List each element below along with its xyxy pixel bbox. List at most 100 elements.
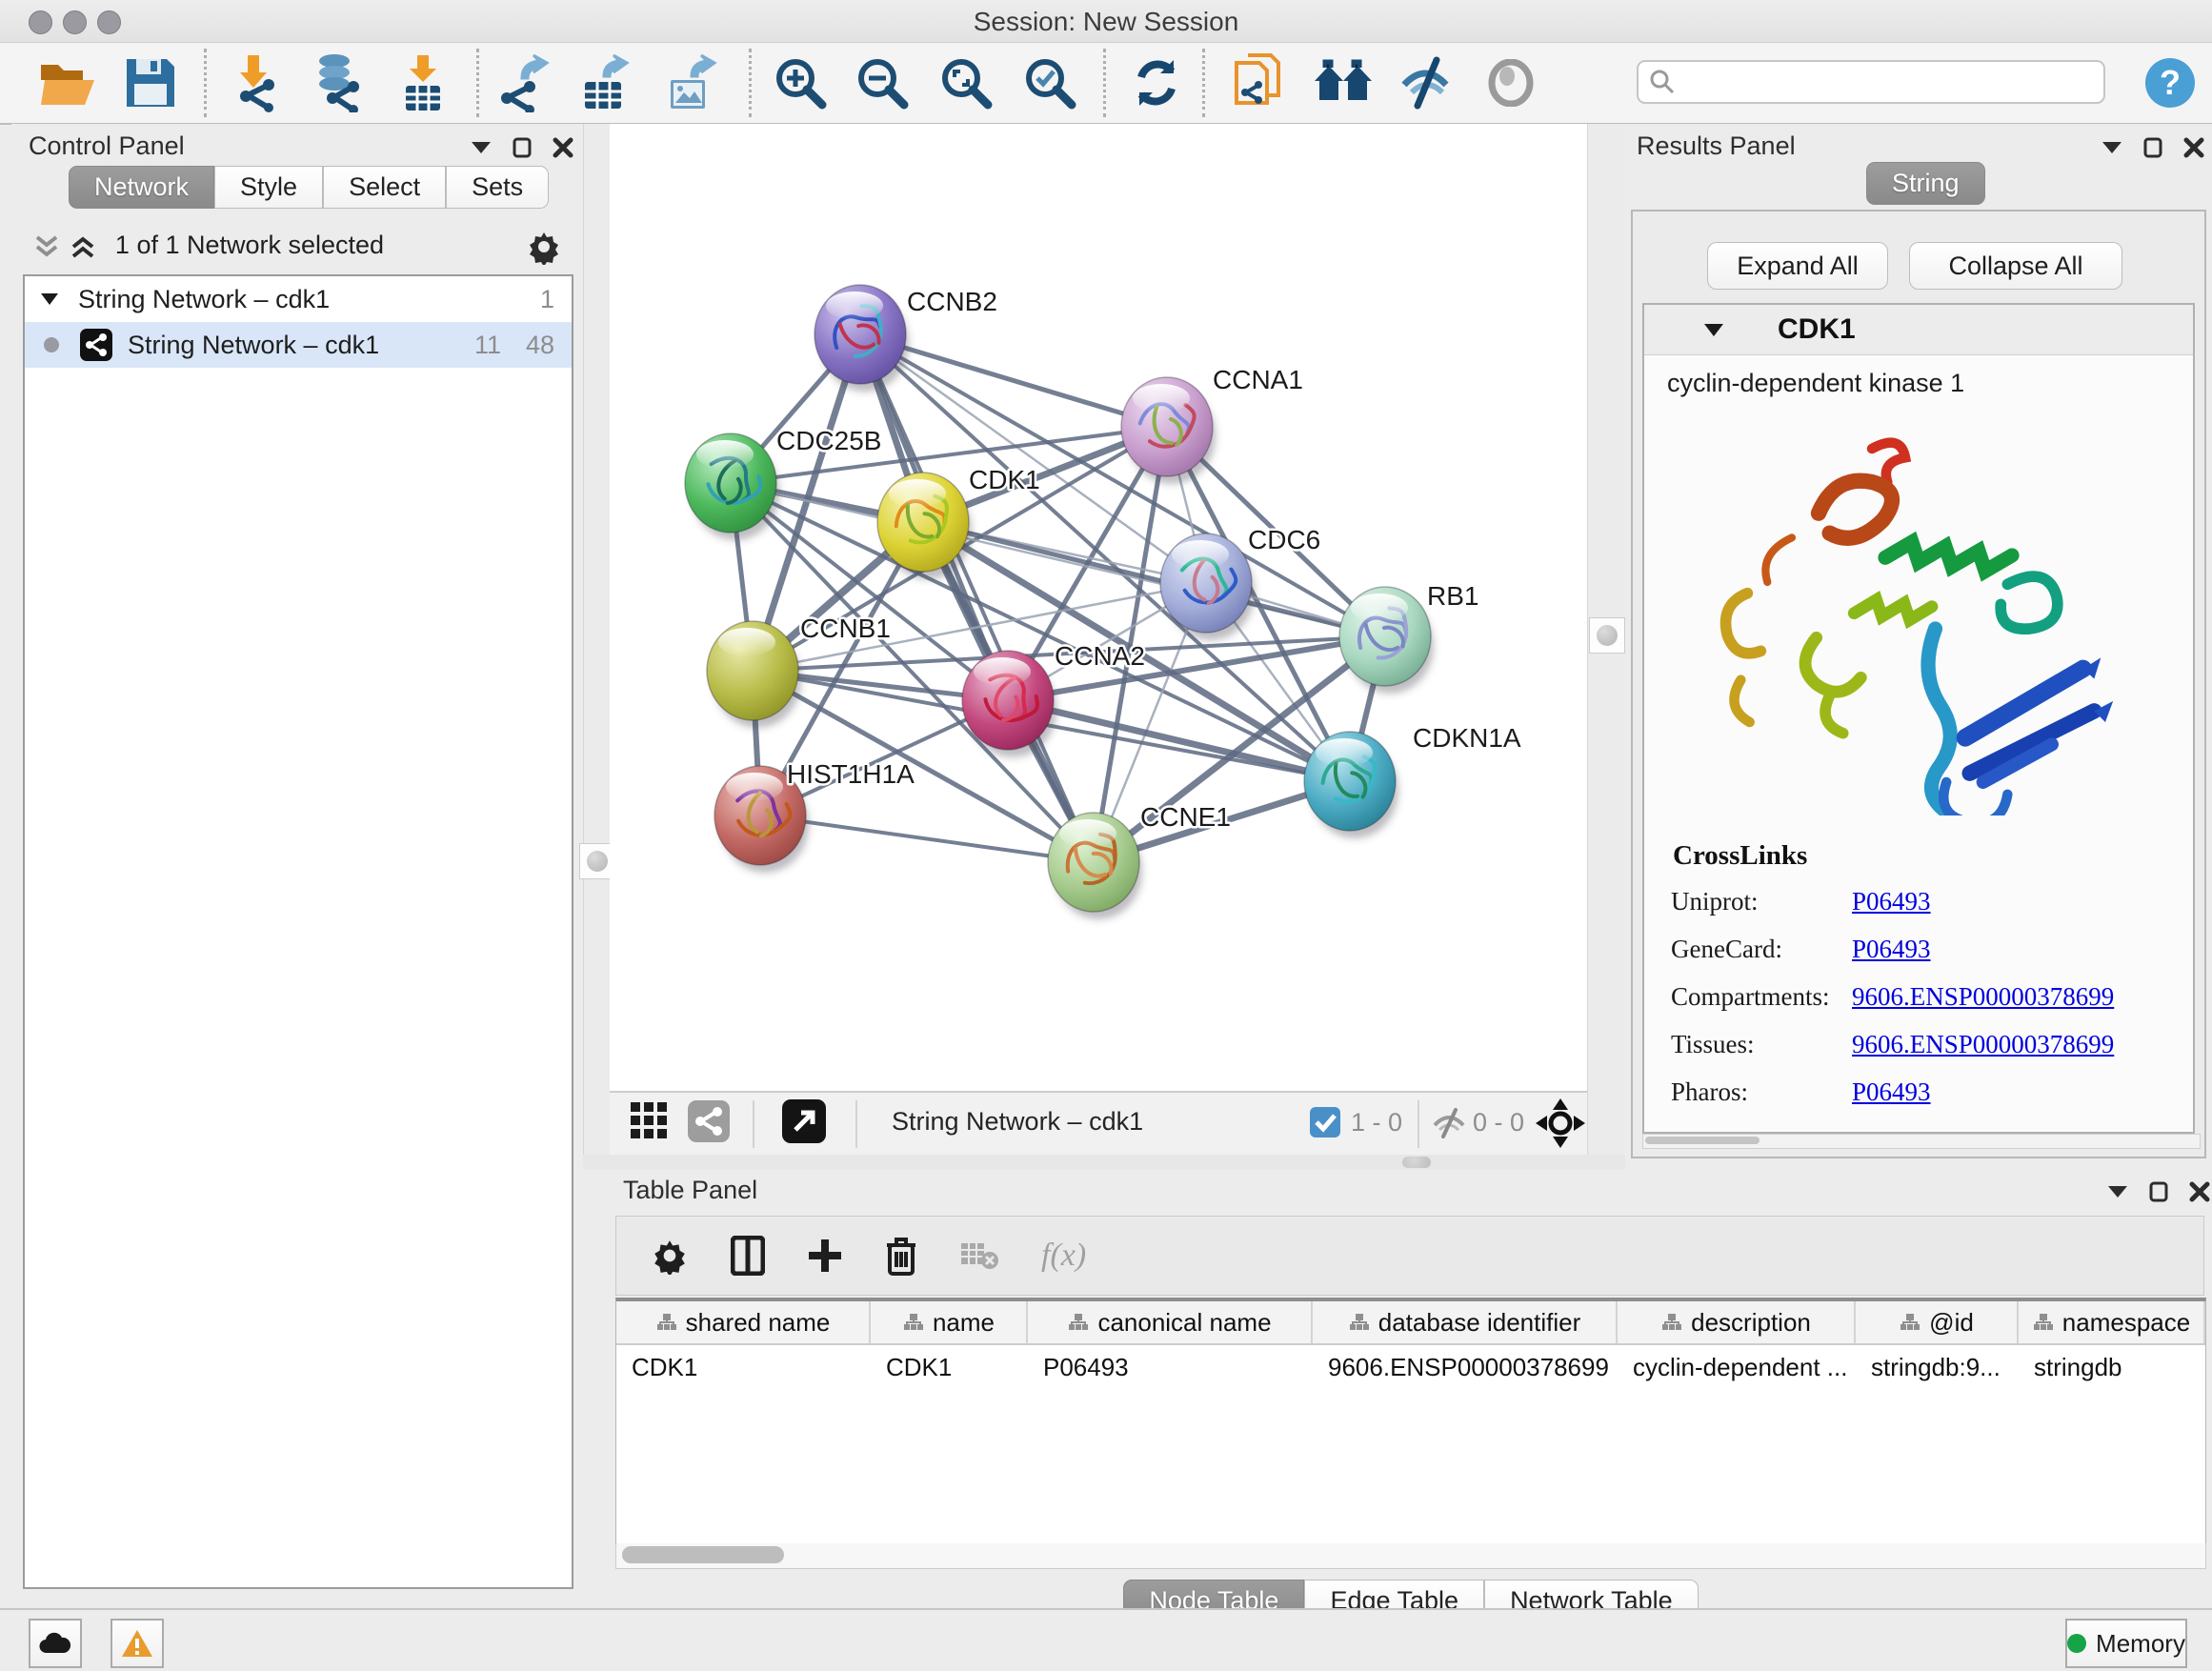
crosslink-link[interactable]: 9606.ENSP00000378699 (1852, 1030, 2114, 1059)
node-CCNB2[interactable] (814, 285, 909, 392)
cloud-button[interactable] (29, 1619, 82, 1668)
node-CDKN1A[interactable] (1304, 732, 1398, 838)
create-column-icon[interactable] (807, 1238, 843, 1274)
right-splitter[interactable] (1587, 124, 1627, 1155)
tab-network[interactable]: Network (69, 166, 214, 209)
node-CCNB1[interactable] (707, 621, 801, 728)
crosslink-link[interactable]: P06493 (1852, 935, 1931, 964)
node-CDC25B[interactable] (685, 433, 779, 540)
column-header-shared-name[interactable]: shared name (616, 1301, 871, 1343)
node-CCNE1[interactable] (1048, 813, 1142, 919)
home-networks-icon[interactable] (1313, 52, 1374, 113)
close-panel-icon[interactable] (2189, 1181, 2210, 1202)
tab-select[interactable]: Select (323, 166, 446, 209)
network-tree: String Network – cdk1 1 String Network –… (23, 274, 573, 1589)
delete-column-icon[interactable] (885, 1236, 917, 1276)
crosslink-link[interactable]: P06493 (1852, 1077, 1931, 1107)
column-header--id[interactable]: @id (1856, 1301, 2019, 1343)
table-options-gear-icon[interactable] (651, 1237, 689, 1275)
float-panel-icon[interactable] (513, 137, 532, 158)
right-splitter-handle[interactable] (1589, 617, 1625, 654)
table-cell[interactable]: 9606.ENSP00000378699 (1313, 1345, 1618, 1389)
refresh-icon[interactable] (1126, 52, 1187, 113)
collapse-panel-icon[interactable] (2107, 1185, 2128, 1198)
network-collection-row[interactable]: String Network – cdk1 1 (25, 276, 572, 322)
memory-button[interactable]: Memory (2065, 1619, 2187, 1668)
function-builder-icon[interactable]: f(x) (1041, 1238, 1086, 1274)
column-header-canonical-name[interactable]: canonical name (1028, 1301, 1313, 1343)
network-share-icon[interactable] (682, 1095, 735, 1148)
table-row[interactable]: CDK1CDK1P064939606.ENSP00000378699cyclin… (616, 1345, 2205, 1389)
import-network-from-database-icon[interactable] (307, 52, 368, 113)
warnings-button[interactable] (111, 1619, 164, 1668)
float-panel-icon[interactable] (2143, 137, 2162, 158)
table-cell[interactable]: stringdb:9... (1856, 1345, 2019, 1389)
collapse-all-button[interactable]: Collapse All (1909, 242, 2122, 290)
zoom-out-icon[interactable] (852, 52, 913, 113)
network-options-gear-icon[interactable] (526, 229, 562, 265)
open-session-icon[interactable] (38, 52, 99, 113)
tree-expand-icon[interactable] (40, 292, 59, 306)
horizontal-splitter-handle[interactable] (1402, 1157, 1431, 1168)
table-cell[interactable]: cyclin-dependent ... (1618, 1345, 1856, 1389)
column-header-name[interactable]: name (871, 1301, 1028, 1343)
network-row[interactable]: String Network – cdk1 11 48 (25, 322, 572, 368)
collapse-panel-icon[interactable] (471, 141, 492, 154)
column-header-namespace[interactable]: namespace (2019, 1301, 2205, 1343)
string-network-graph[interactable]: CCNB2CCNA1CDC25BCDK1CDC6RB1CCNB1CCNA2CDK… (610, 124, 1587, 1091)
results-hscroll[interactable] (1642, 1134, 2201, 1149)
column-header-description[interactable]: description (1618, 1301, 1856, 1343)
delete-table-icon[interactable] (959, 1239, 999, 1272)
detach-view-icon[interactable] (777, 1095, 831, 1148)
export-image-icon[interactable] (661, 52, 722, 113)
save-session-icon[interactable] (120, 52, 181, 113)
show-columns-icon[interactable] (731, 1236, 765, 1276)
import-network-icon[interactable] (223, 52, 284, 113)
toolbar-separator (476, 49, 479, 117)
zoom-in-icon[interactable] (770, 52, 831, 113)
left-splitter[interactable] (583, 124, 612, 1155)
node-RB1[interactable] (1339, 587, 1434, 694)
tab-style[interactable]: Style (214, 166, 323, 209)
node-CDC6[interactable] (1160, 534, 1255, 640)
column-header-database-identifier[interactable]: database identifier (1313, 1301, 1618, 1343)
export-network-icon[interactable] (493, 52, 554, 113)
zoom-fit-icon[interactable] (935, 52, 996, 113)
crosslinks-title: CrossLinks (1673, 840, 2193, 872)
selected-checkbox-icon[interactable] (1310, 1107, 1340, 1142)
node-table[interactable]: shared namenamecanonical namedatabase id… (615, 1298, 2206, 1546)
gene-section-header[interactable]: CDK1 (1644, 305, 2193, 355)
collection-label: String Network – cdk1 (78, 285, 330, 314)
table-panel: Table Panel f(x) shared namenamecanonica… (610, 1170, 2212, 1601)
table-cell[interactable]: stringdb (2019, 1345, 2205, 1389)
tab-string[interactable]: String (1866, 162, 1985, 205)
crosslink-link[interactable]: 9606.ENSP00000378699 (1852, 982, 2114, 1012)
table-cell[interactable]: CDK1 (871, 1345, 1028, 1389)
show-eye-icon[interactable] (1480, 52, 1541, 113)
zoom-selected-icon[interactable] (1019, 52, 1080, 113)
help-icon[interactable]: ? (2140, 52, 2201, 113)
hide-selected-icon[interactable] (1397, 52, 1458, 113)
collapse-panel-icon[interactable] (2101, 141, 2122, 154)
import-table-icon[interactable] (392, 52, 453, 113)
clone-network-icon[interactable] (1229, 52, 1290, 113)
close-panel-icon[interactable] (2183, 137, 2204, 158)
crosslink-link[interactable]: P06493 (1852, 887, 1931, 916)
float-panel-icon[interactable] (2149, 1181, 2168, 1202)
table-hscroll[interactable] (615, 1543, 2206, 1569)
node-CDK1[interactable] (877, 473, 972, 579)
table-cell[interactable]: P06493 (1028, 1345, 1313, 1389)
node-CCNA1[interactable] (1121, 377, 1216, 484)
tab-sets[interactable]: Sets (446, 166, 549, 209)
table-cell[interactable]: CDK1 (616, 1345, 871, 1389)
search-input[interactable] (1637, 60, 2105, 104)
network-canvas[interactable]: CCNB2CCNA1CDC25BCDK1CDC6RB1CCNB1CCNA2CDK… (610, 124, 1587, 1091)
close-panel-icon[interactable] (553, 137, 573, 158)
hidden-eye-icon (1431, 1108, 1467, 1143)
export-table-icon[interactable] (575, 52, 636, 113)
section-collapse-icon[interactable] (1703, 323, 1724, 337)
edge-HIST1H1A-CCNE1[interactable] (760, 815, 1094, 862)
birdseye-view-icon[interactable] (1536, 1098, 1585, 1153)
grid-view-icon[interactable] (623, 1095, 676, 1148)
expand-all-button[interactable]: Expand All (1707, 242, 1888, 290)
